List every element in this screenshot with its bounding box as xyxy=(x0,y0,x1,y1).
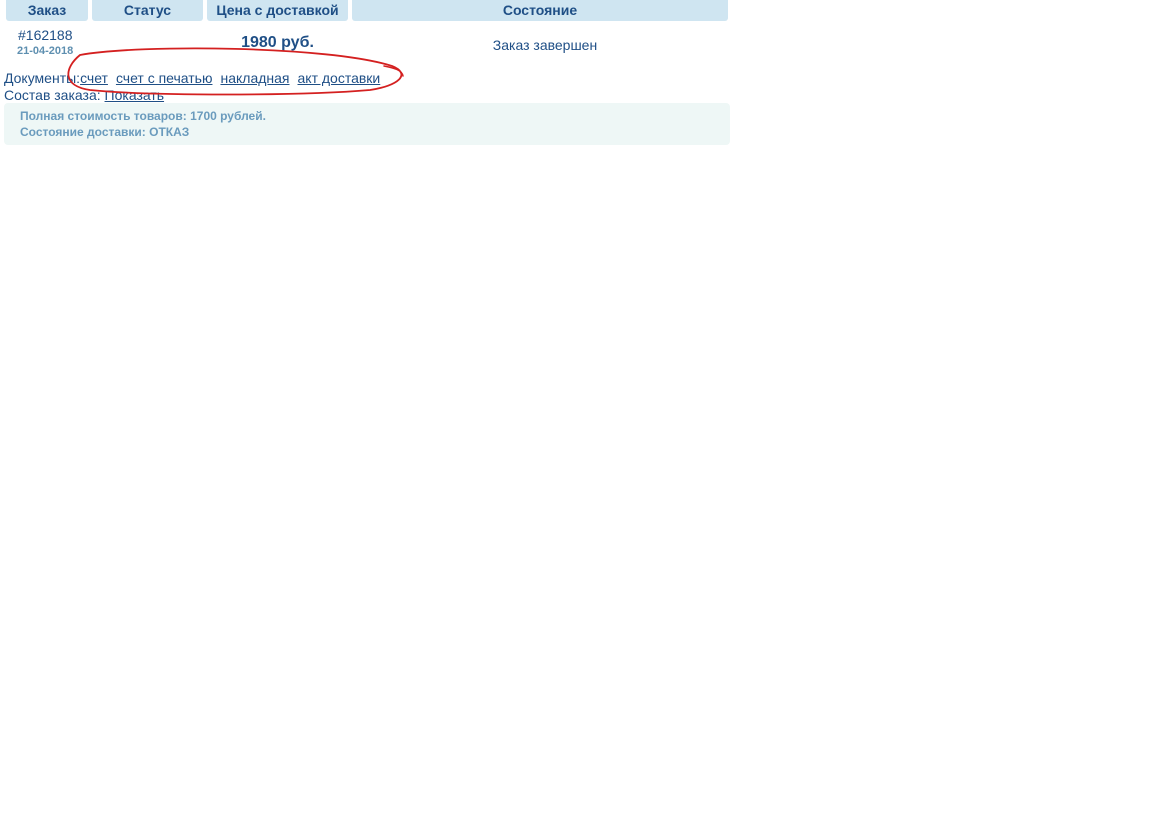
order-price: 1980 руб. xyxy=(241,34,314,51)
documents-line: Документы:счет счет с печатью накладная акт… xyxy=(4,70,380,86)
summary-total-cost: Полная стоимость товаров: 1700 рублей. xyxy=(20,109,266,123)
document-waybill-link[interactable]: накладная xyxy=(220,70,289,86)
summary-delivery-status: Состояние доставки: ОТКАЗ xyxy=(20,125,190,139)
order-state: Заказ завершен xyxy=(492,37,598,53)
documents-label: Документы: xyxy=(4,70,81,86)
order-number: #162188 xyxy=(18,27,73,43)
order-summary-box: Полная стоимость товаров: 1700 рублей. С… xyxy=(4,103,730,145)
composition-label: Состав заказа: xyxy=(4,87,101,103)
order-date: 21-04-2018 xyxy=(17,45,74,57)
document-invoice-link[interactable]: счет xyxy=(80,70,108,86)
header-price-with-delivery: Цена с доставкой xyxy=(207,0,348,21)
show-composition-link[interactable]: Показать xyxy=(105,87,165,103)
document-delivery-act-link[interactable]: акт доставки xyxy=(298,70,381,86)
header-status: Статус xyxy=(92,0,203,21)
order-composition-line: Состав заказа: Показать xyxy=(4,87,164,103)
header-order: Заказ xyxy=(6,0,88,21)
document-invoice-stamped-link[interactable]: счет с печатью xyxy=(116,70,213,86)
header-state: Состояние xyxy=(352,0,728,21)
orders-table-header: Заказ Статус Цена с доставкой Состояние xyxy=(0,0,730,21)
